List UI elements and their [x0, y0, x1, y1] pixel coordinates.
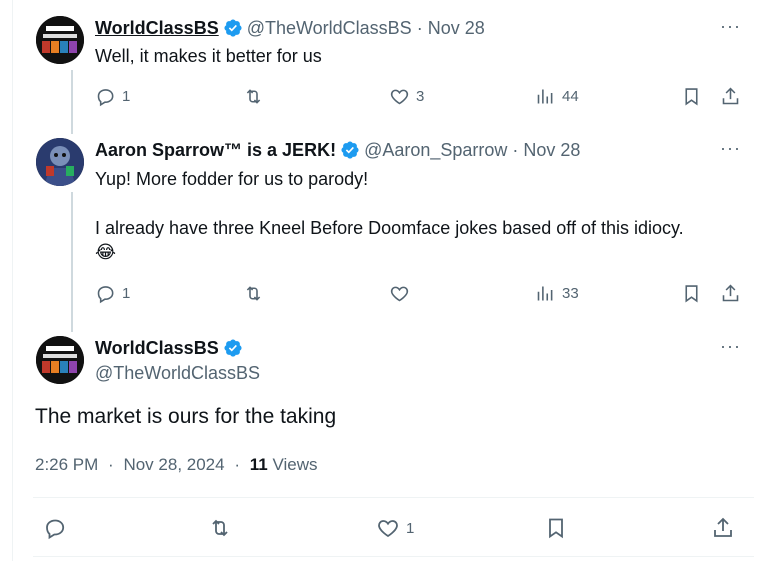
repost-button[interactable]: [243, 86, 270, 107]
reply-icon: [97, 286, 114, 304]
handle[interactable]: @TheWorldClassBS: [95, 361, 260, 385]
display-name[interactable]: Aaron Sparrow™ is a JERK!: [95, 138, 336, 162]
handle[interactable]: @TheWorldClassBS: [247, 16, 412, 40]
avatar[interactable]: [36, 16, 84, 64]
views-label: Views: [267, 455, 318, 474]
views-chart-icon: [537, 286, 553, 301]
views-button[interactable]: 44: [535, 86, 579, 107]
avatar[interactable]: [36, 336, 84, 384]
share-icon: [714, 517, 732, 537]
like-button[interactable]: 1: [376, 516, 414, 540]
avatar[interactable]: [36, 138, 84, 186]
share-button[interactable]: [720, 86, 741, 107]
bookmark-icon: [685, 285, 698, 303]
separator: ·: [234, 455, 240, 474]
views-button[interactable]: 33: [535, 283, 579, 304]
verified-badge-icon[interactable]: [223, 18, 243, 38]
share-icon: [722, 87, 739, 105]
more-options-icon[interactable]: ···: [720, 16, 741, 37]
heart-icon: [378, 520, 398, 538]
repost-icon: [246, 89, 261, 104]
thread-connector: [71, 70, 73, 134]
like-button[interactable]: [389, 283, 416, 304]
bookmark-button[interactable]: [544, 516, 568, 540]
more-options-icon[interactable]: ···: [720, 138, 741, 159]
repost-icon: [212, 519, 228, 537]
separator: ·: [512, 140, 519, 160]
repost-icon: [246, 286, 261, 301]
repost-button[interactable]: [243, 283, 270, 304]
separator: ·: [416, 18, 423, 38]
main-tweet-handle-row: @TheWorldClassBS: [95, 361, 260, 385]
divider: [33, 497, 754, 498]
tweet-header: WorldClassBS @TheWorldClassBS · Nov 28: [95, 16, 485, 40]
views-chart-icon: [537, 89, 553, 104]
reply-count: 1: [122, 285, 131, 302]
timeline-frame: WorldClassBS @TheWorldClassBS · Nov 28 ·…: [12, 0, 761, 561]
reply-button[interactable]: 1: [95, 283, 130, 304]
share-button[interactable]: [711, 516, 735, 540]
tweet-text: Well, it makes it better for us: [95, 46, 322, 66]
bookmark-button[interactable]: [681, 283, 702, 304]
tweet-full-date[interactable]: Nov 28, 2024: [123, 455, 224, 474]
more-options-icon[interactable]: ···: [720, 336, 741, 357]
bookmark-icon: [549, 518, 563, 539]
heart-icon: [390, 286, 409, 302]
repost-button[interactable]: [208, 516, 238, 540]
tweet-date[interactable]: Nov 28: [428, 16, 485, 40]
bookmark-button[interactable]: [681, 86, 702, 107]
share-button[interactable]: [720, 283, 741, 304]
bookmark-icon: [685, 88, 698, 106]
tweet-date[interactable]: Nov 28: [523, 138, 580, 162]
like-count: 3: [416, 88, 425, 105]
tweet-meta: 2:26 PM · Nov 28, 2024 · 11 Views: [35, 455, 317, 475]
heart-icon: [390, 89, 409, 105]
views-count: 11: [249, 455, 268, 474]
separator: ·: [108, 455, 114, 474]
views-count: 33: [562, 285, 579, 302]
reply-icon: [46, 519, 65, 540]
display-name[interactable]: WorldClassBS: [95, 16, 219, 40]
handle[interactable]: @Aaron_Sparrow: [364, 138, 507, 162]
reply-button[interactable]: [43, 516, 73, 540]
divider: [33, 556, 754, 557]
views-count: 44: [562, 88, 579, 105]
tweet-text-line: I already have three Kneel Before Doomfa…: [95, 218, 684, 238]
tweet-header: Aaron Sparrow™ is a JERK! @Aaron_Sparrow…: [95, 138, 580, 162]
verified-badge-icon[interactable]: [223, 338, 243, 358]
verified-badge-icon[interactable]: [340, 140, 360, 160]
display-name[interactable]: WorldClassBS: [95, 336, 219, 360]
reply-button[interactable]: 1: [95, 86, 130, 107]
share-icon: [722, 284, 739, 302]
tweet-text-line: Yup! More fodder for us to parody!: [95, 169, 369, 189]
tweet-time[interactable]: 2:26 PM: [35, 455, 98, 474]
laughing-emoji: 😂: [95, 242, 117, 263]
main-tweet-header: WorldClassBS: [95, 336, 247, 360]
like-count: 1: [406, 519, 415, 537]
reply-icon: [97, 89, 114, 107]
main-tweet-text: The market is ours for the taking: [35, 405, 337, 428]
reply-count: 1: [122, 88, 131, 105]
thread-connector: [71, 192, 73, 332]
like-button[interactable]: 3: [389, 86, 424, 107]
